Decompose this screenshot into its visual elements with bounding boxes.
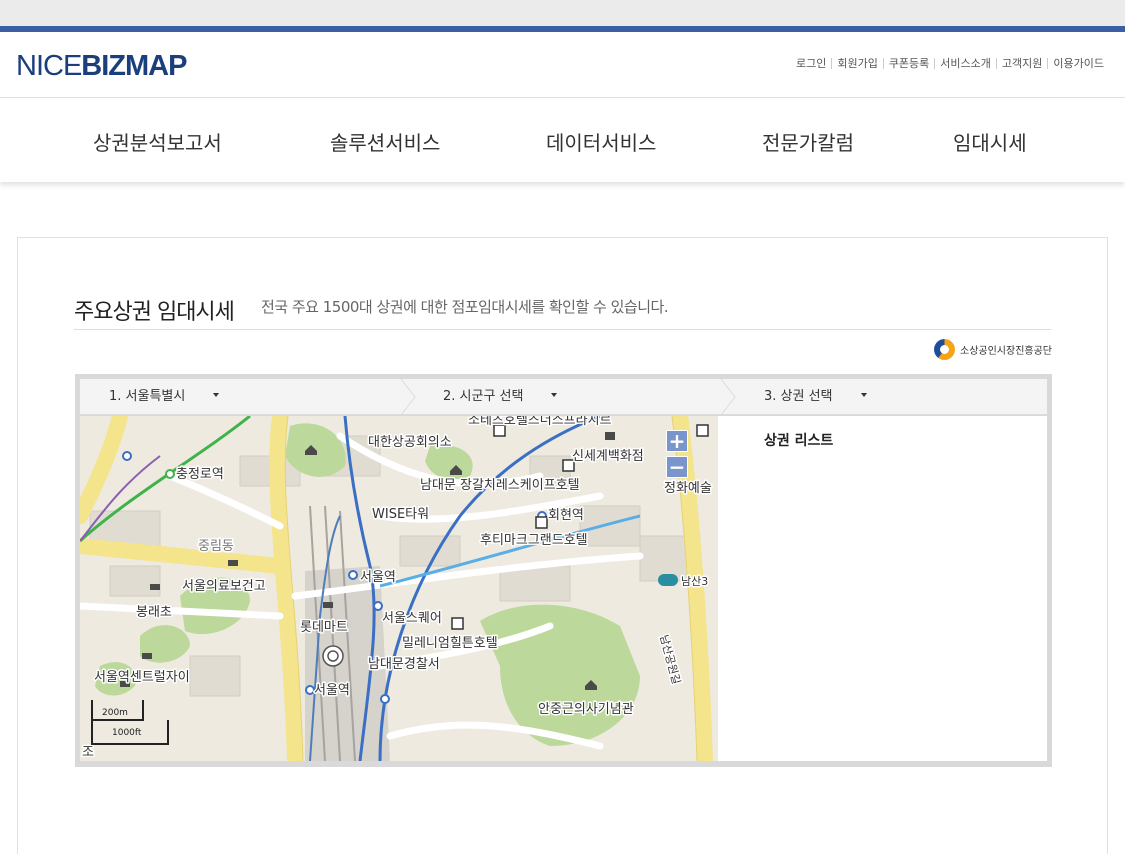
map-label: 남산3: [681, 575, 708, 588]
step-divider-icon: [400, 379, 416, 415]
map-label: 롯데마트: [300, 620, 348, 635]
nav-solution[interactable]: 솔루션서비스: [330, 127, 440, 156]
page-title: 주요상권 임대시세: [74, 300, 235, 325]
map-panel: 1. 서울특별시 2. 시군구 선택 3. 상권 선택 소테츠호텔즈더스프라지르…: [75, 374, 1052, 767]
sido-select-label: 1. 서울특별시: [109, 389, 186, 404]
map-label: 신세계백화점: [572, 449, 644, 464]
utility-links: 로그인 회원가입 쿠폰등록 서비스소개 고객지원 이용가이드: [791, 58, 1109, 69]
map-label: 서울스퀘어: [382, 611, 442, 626]
map-label: 안중근의사기념관: [538, 702, 634, 717]
page-subtitle: 전국 주요 1500대 상권에 대한 점포임대시세를 확인할 수 있습니다.: [261, 298, 669, 316]
guide-link[interactable]: 이용가이드: [1047, 58, 1109, 69]
login-link[interactable]: 로그인: [791, 58, 831, 69]
map-label: 서울의료보건고: [182, 579, 266, 594]
agency-emblem-icon: [934, 339, 955, 360]
map-label: 충정로역: [176, 467, 224, 482]
title-divider: [74, 329, 1051, 330]
map-label: 봉래초: [136, 605, 172, 620]
sido-select[interactable]: 1. 서울특별시: [109, 379, 220, 415]
map-label: 서울역: [360, 570, 396, 585]
map-canvas[interactable]: 소테츠호텔즈더스프라지르 대한상공회의소 신세계백화점 정화예술 충정로역 남대…: [80, 416, 718, 761]
nav-expert-column[interactable]: 전문가칼럼: [762, 127, 854, 156]
map-label: 소테츠호텔즈더스프라지르: [468, 416, 612, 428]
map-label: WISE타워: [372, 507, 429, 522]
nav-data-service[interactable]: 데이터서비스: [546, 127, 656, 156]
nav-report[interactable]: 상권분석보고서: [93, 127, 222, 156]
main-navigation: 상권분석보고서 솔루션서비스 데이터서비스 전문가칼럼 임대시세: [0, 99, 1125, 182]
sigungu-select-label: 2. 시군구 선택: [443, 389, 524, 404]
site-logo[interactable]: NICEBIZMAP: [16, 50, 187, 83]
map-label: 중림동: [198, 539, 234, 554]
map-label: 대한상공회의소: [368, 435, 452, 450]
logo-bold: BIZMAP: [81, 50, 187, 82]
map-label: 서울역센트럴자이: [94, 670, 190, 685]
zoom-in-button[interactable]: +: [666, 430, 688, 452]
service-intro-link[interactable]: 서비스소개: [934, 58, 996, 69]
site-header: NICEBIZMAP 로그인 회원가입 쿠폰등록 서비스소개 고객지원 이용가이…: [0, 32, 1125, 98]
map-label: 남대문 장갈치레스케이프호텔: [420, 478, 580, 493]
map-label: 회현역: [548, 508, 584, 523]
region-selector-bar: 1. 서울특별시 2. 시군구 선택 3. 상권 선택: [80, 379, 1047, 415]
agency-name: 소상공인시장진흥공단: [960, 346, 1052, 357]
browser-page: NICEBIZMAP 로그인 회원가입 쿠폰등록 서비스소개 고객지원 이용가이…: [0, 0, 1125, 854]
chevron-down-icon: [213, 393, 220, 397]
nav-rent-price[interactable]: 임대시세: [953, 127, 1027, 156]
sangwon-list-panel: 상권 리스트: [718, 416, 1047, 761]
logo-prefix: NICE: [16, 50, 82, 82]
sangwon-list-title: 상권 리스트: [764, 433, 834, 449]
sangwon-select-label: 3. 상권 선택: [764, 389, 833, 404]
map-label: 밀레니엄힐튼호텔: [402, 636, 498, 651]
coupon-link[interactable]: 쿠폰등록: [882, 58, 934, 69]
scale-metric: 200m: [102, 708, 128, 718]
step-divider-icon: [720, 379, 736, 415]
sigungu-select[interactable]: 2. 시군구 선택: [443, 379, 558, 415]
top-gray-bar: [0, 0, 1125, 26]
content-box: 주요상권 임대시세 전국 주요 1500대 상권에 대한 점포임대시세를 확인할…: [17, 237, 1108, 854]
map-label: 정화예술: [664, 481, 712, 496]
scale-imperial: 1000ft: [112, 728, 142, 738]
chevron-down-icon: [551, 393, 558, 397]
agency-logo: 소상공인시장진흥공단: [934, 339, 1052, 360]
map-label: 조: [82, 745, 94, 760]
map-label: 후티마크그랜드호텔: [480, 533, 588, 548]
map-view[interactable]: 소테츠호텔즈더스프라지르 대한상공회의소 신세계백화점 정화예술 충정로역 남대…: [80, 416, 718, 761]
zoom-out-button[interactable]: −: [666, 456, 688, 478]
map-label: 남대문경찰서: [368, 657, 440, 672]
sangwon-select[interactable]: 3. 상권 선택: [764, 379, 867, 415]
signup-link[interactable]: 회원가입: [831, 58, 882, 69]
map-label: 서울역: [314, 683, 350, 698]
support-link[interactable]: 고객지원: [995, 58, 1047, 69]
chevron-down-icon: [860, 393, 867, 397]
